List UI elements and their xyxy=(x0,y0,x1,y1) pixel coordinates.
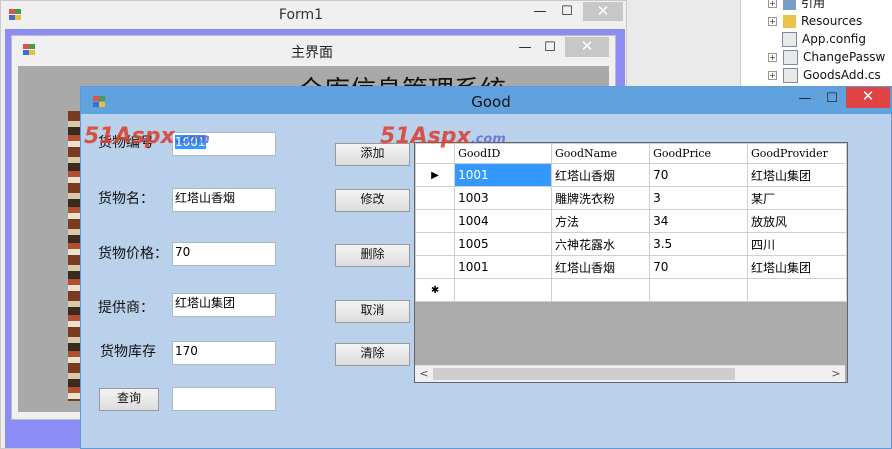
expand-icon[interactable]: + xyxy=(768,17,777,26)
table-row[interactable]: 1003 雕牌洗衣粉 3 某厂 xyxy=(415,186,847,210)
stock-label: 货物库存 xyxy=(100,344,156,360)
table-cell[interactable]: 70 xyxy=(649,163,748,187)
goods-table: GoodID GoodName GoodPrice GoodProvider ▶… xyxy=(415,143,847,302)
tree-item-references[interactable]: + 引用 xyxy=(768,0,825,12)
delete-button[interactable]: 删除 xyxy=(335,244,410,267)
form1-minimize-button[interactable]: — xyxy=(529,3,551,21)
main-close-button[interactable]: ✕ xyxy=(565,37,609,57)
scroll-left-button[interactable]: < xyxy=(417,366,431,382)
form-file-icon xyxy=(783,68,798,83)
table-row[interactable]: ▶ 1001 红塔山香烟 70 红塔山集团 xyxy=(415,163,847,187)
table-cell[interactable]: 3.5 xyxy=(649,232,748,256)
table-cell[interactable]: 1003 xyxy=(454,186,552,210)
provider-field[interactable]: 红塔山集团 xyxy=(172,293,276,317)
column-header-goodprovider[interactable]: GoodProvider xyxy=(746,143,847,164)
row-header[interactable] xyxy=(415,255,456,279)
query-button[interactable]: 查询 xyxy=(99,388,159,411)
good-title: Good xyxy=(471,93,511,111)
table-cell[interactable]: 红塔山集团 xyxy=(746,163,847,187)
table-cell[interactable]: 1005 xyxy=(454,232,552,256)
watermark-logo-left: 51Aspx.com xyxy=(84,124,210,149)
column-header-goodprice[interactable]: GoodPrice xyxy=(649,143,748,164)
edit-button[interactable]: 修改 xyxy=(335,189,410,212)
good-minimize-button[interactable]: — xyxy=(794,90,816,108)
scroll-right-button[interactable]: > xyxy=(829,366,843,382)
table-cell[interactable]: 34 xyxy=(649,209,748,233)
form1-title: Form1 xyxy=(278,7,324,23)
provider-label: 提供商： xyxy=(98,300,154,316)
expand-icon[interactable]: + xyxy=(768,71,777,80)
table-cell[interactable]: 方法 xyxy=(550,209,651,233)
table-row[interactable]: 1005 六神花露水 3.5 四川 xyxy=(415,232,847,256)
table-cell[interactable]: 放放风 xyxy=(746,209,847,233)
main-app-icon xyxy=(23,44,36,56)
table-cell[interactable] xyxy=(454,278,552,302)
config-file-icon xyxy=(782,32,797,47)
table-cell[interactable]: 六神花露水 xyxy=(550,232,651,256)
clear-button[interactable]: 清除 xyxy=(335,343,410,366)
stock-field[interactable]: 170 xyxy=(172,341,276,365)
good-price-label: 货物价格： xyxy=(98,246,168,262)
new-row[interactable]: ✱ xyxy=(415,278,847,302)
table-cell[interactable]: 雕牌洗衣粉 xyxy=(550,186,651,210)
table-cell[interactable]: 1001 xyxy=(454,255,552,279)
query-input[interactable] xyxy=(172,387,276,411)
folder-icon xyxy=(783,15,796,28)
good-name-field[interactable]: 红塔山香烟 xyxy=(172,188,276,212)
column-header-goodname[interactable]: GoodName xyxy=(550,143,651,164)
good-close-button[interactable]: ✕ xyxy=(846,87,890,108)
row-header[interactable] xyxy=(415,232,456,256)
table-cell[interactable] xyxy=(746,278,847,302)
table-cell[interactable]: 3 xyxy=(649,186,748,210)
form1-close-button[interactable]: ✕ xyxy=(583,2,623,21)
table-cell[interactable]: 1004 xyxy=(454,209,552,233)
new-row-indicator[interactable]: ✱ xyxy=(415,278,456,302)
tree-item-app-config[interactable]: App.config xyxy=(782,30,866,48)
main-minimize-button[interactable]: — xyxy=(515,39,535,57)
table-cell[interactable]: 70 xyxy=(649,255,748,279)
good-name-label: 货物名： xyxy=(98,191,154,207)
good-price-field[interactable]: 70 xyxy=(172,242,276,266)
good-maximize-button[interactable]: ☐ xyxy=(821,90,843,108)
table-cell[interactable]: 红塔山集团 xyxy=(746,255,847,279)
form-file-icon xyxy=(783,50,798,65)
scroll-thumb[interactable] xyxy=(433,368,735,380)
tree-item-resources[interactable]: + Resources xyxy=(768,12,862,30)
table-cell[interactable]: 红塔山香烟 xyxy=(550,163,651,187)
expand-icon[interactable]: + xyxy=(768,0,777,8)
main-title: 主界面 xyxy=(291,45,333,61)
tree-item-goods-add[interactable]: + GoodsAdd.cs xyxy=(768,66,881,84)
goods-data-grid[interactable]: GoodID GoodName GoodPrice GoodProvider ▶… xyxy=(414,142,848,383)
form1-maximize-button[interactable]: ☐ xyxy=(556,3,578,21)
table-row[interactable]: 1001 红塔山香烟 70 红塔山集团 xyxy=(415,255,847,279)
table-cell[interactable]: 红塔山香烟 xyxy=(550,255,651,279)
expand-icon[interactable]: + xyxy=(768,53,777,62)
table-cell[interactable]: 四川 xyxy=(746,232,847,256)
good-app-icon xyxy=(93,96,106,108)
table-cell[interactable]: 1001 xyxy=(454,163,552,187)
row-header[interactable] xyxy=(415,186,456,210)
tree-item-change-password[interactable]: + ChangePassw xyxy=(768,48,885,66)
row-header[interactable] xyxy=(415,209,456,233)
table-cell[interactable]: 某厂 xyxy=(746,186,847,210)
current-row-indicator[interactable]: ▶ xyxy=(415,163,456,187)
watermark-logo-center: 51Aspx.com xyxy=(380,124,506,149)
table-row[interactable]: 1004 方法 34 放放风 xyxy=(415,209,847,233)
horizontal-scrollbar[interactable]: < > xyxy=(415,365,845,382)
form1-app-icon xyxy=(9,9,22,21)
table-cell[interactable] xyxy=(550,278,651,302)
cancel-button[interactable]: 取消 xyxy=(335,300,410,323)
references-icon xyxy=(783,0,796,10)
table-cell[interactable] xyxy=(649,278,748,302)
main-maximize-button[interactable]: ☐ xyxy=(540,39,560,57)
